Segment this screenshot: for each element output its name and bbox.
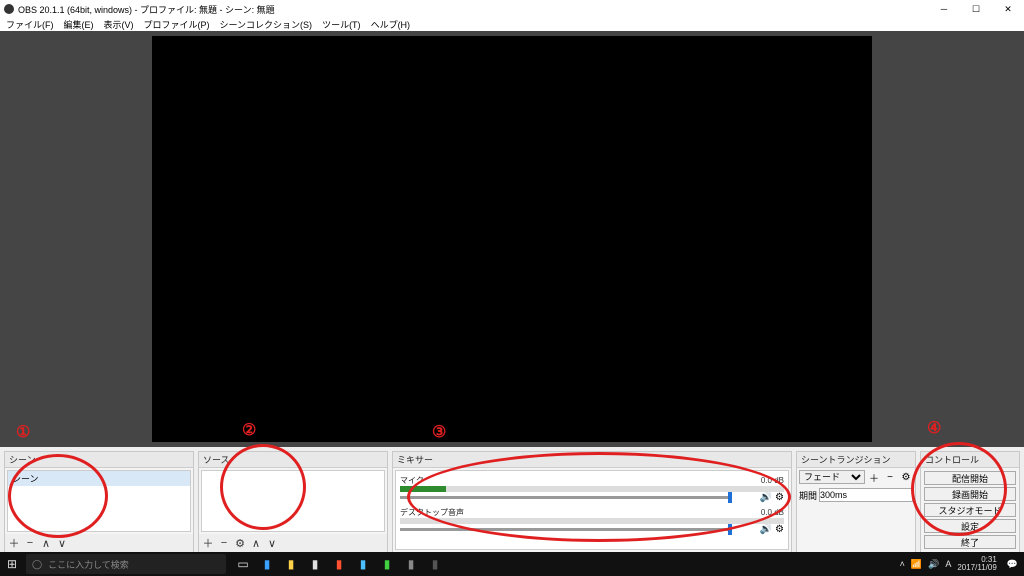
taskbar-app-icon[interactable]: ▮ <box>424 553 446 575</box>
start-streaming-button[interactable]: 配信開始 <box>924 471 1016 485</box>
remove-transition-button[interactable]: − <box>883 470 897 484</box>
taskbar-app-icon[interactable]: ▮ <box>304 553 326 575</box>
tray-ime-icon[interactable]: A <box>945 559 951 569</box>
taskbar-clock[interactable]: 0:31 2017/11/09 <box>957 556 1000 572</box>
scene-up-button[interactable]: ∧ <box>39 536 53 550</box>
start-recording-button[interactable]: 録画開始 <box>924 487 1016 501</box>
clock-date: 2017/11/09 <box>957 564 996 572</box>
menu-view[interactable]: 表示(V) <box>104 18 134 31</box>
source-up-button[interactable]: ∧ <box>249 536 263 550</box>
taskbar-app-icon[interactable]: ▮ <box>256 553 278 575</box>
speaker-icon[interactable]: 🔊 <box>760 524 772 535</box>
minimize-button[interactable]: ─ <box>928 0 960 18</box>
mixer-title: ミキサー <box>393 452 791 468</box>
gear-icon[interactable]: ⚙ <box>775 492 784 503</box>
taskbar-app-icon[interactable]: ▮ <box>328 553 350 575</box>
scenes-dock: シーン シーン ＋ − ∧ ∨ <box>4 451 194 553</box>
search-placeholder: ここに入力して検索 <box>48 558 129 571</box>
task-view-icon[interactable]: ▭ <box>232 553 254 575</box>
menu-scene-collection[interactable]: シーンコレクション(S) <box>220 18 313 31</box>
add-transition-button[interactable]: ＋ <box>867 470 881 484</box>
duration-label: 期間 <box>799 489 817 502</box>
mixer-volume-slider[interactable] <box>400 496 732 499</box>
mixer-channel: デスクトップ音声 0.0 dB 🔊 ⚙ <box>396 505 788 537</box>
taskbar: ⊞ ◯ ここに入力して検索 ▭ ▮ ▮ ▮ ▮ ▮ ▮ ▮ ▮ ˄ 📶 🔊 A … <box>0 552 1024 576</box>
mixer-channel-name: マイク <box>400 475 424 486</box>
mixer-db-label: 0.0 dB <box>761 476 784 485</box>
menu-file[interactable]: ファイル(F) <box>6 18 54 31</box>
source-settings-button[interactable]: ⚙ <box>233 536 247 550</box>
taskbar-app-icon[interactable]: ▮ <box>352 553 374 575</box>
scene-item[interactable]: シーン <box>8 471 190 486</box>
start-button[interactable]: ⊞ <box>0 552 24 576</box>
tray-network-icon[interactable]: 📶 <box>911 559 922 570</box>
scenes-title: シーン <box>5 452 193 468</box>
add-scene-button[interactable]: ＋ <box>7 536 21 550</box>
mixer-dock: ミキサー マイク 0.0 dB <box>392 451 792 553</box>
menu-profile[interactable]: プロファイル(P) <box>144 18 210 31</box>
cortana-icon: ◯ <box>32 559 42 570</box>
remove-scene-button[interactable]: − <box>23 536 37 550</box>
maximize-button[interactable]: ☐ <box>960 0 992 18</box>
scene-down-button[interactable]: ∨ <box>55 536 69 550</box>
annotation-number-4: ④ <box>927 418 941 438</box>
mixer-db-label: 0.0 dB <box>761 508 784 517</box>
preview-area <box>0 31 1024 447</box>
sources-list[interactable] <box>201 470 385 532</box>
menu-help[interactable]: ヘルプ(H) <box>371 18 411 31</box>
transition-select[interactable]: フェード <box>799 470 865 484</box>
menu-edit[interactable]: 編集(E) <box>64 18 94 31</box>
annotation-number-1: ① <box>16 422 30 442</box>
annotation-number-2: ② <box>242 420 256 440</box>
controls-title: コントロール <box>921 452 1019 468</box>
mixer-volume-slider[interactable] <box>400 528 732 531</box>
preview-canvas[interactable] <box>152 36 872 442</box>
taskbar-app-icon[interactable]: ▮ <box>400 553 422 575</box>
duration-input[interactable] <box>819 488 913 502</box>
studio-mode-button[interactable]: スタジオモード <box>924 503 1016 517</box>
app-icon <box>4 4 14 14</box>
menu-bar: ファイル(F) 編集(E) 表示(V) プロファイル(P) シーンコレクション(… <box>0 18 1024 31</box>
remove-source-button[interactable]: − <box>217 536 231 550</box>
taskbar-search[interactable]: ◯ ここに入力して検索 <box>26 554 226 574</box>
window-title: OBS 20.1.1 (64bit, windows) - プロファイル: 無題… <box>18 3 275 16</box>
mixer-meter <box>400 486 784 492</box>
scenes-list[interactable]: シーン <box>7 470 191 532</box>
sources-title: ソース <box>199 452 387 468</box>
mixer-channel: マイク 0.0 dB 🔊 ⚙ <box>396 473 788 505</box>
exit-button[interactable]: 終了 <box>924 535 1016 549</box>
sources-dock: ソース ＋ − ⚙ ∧ ∨ <box>198 451 388 553</box>
settings-button[interactable]: 設定 <box>924 519 1016 533</box>
taskbar-app-icon[interactable]: ▮ <box>280 553 302 575</box>
source-down-button[interactable]: ∨ <box>265 536 279 550</box>
transition-settings-button[interactable]: ⚙ <box>899 470 913 484</box>
gear-icon[interactable]: ⚙ <box>775 524 784 535</box>
tray-chevron-icon[interactable]: ˄ <box>900 559 905 569</box>
mixer-meter <box>400 518 784 524</box>
add-source-button[interactable]: ＋ <box>201 536 215 550</box>
mixer-channel-name: デスクトップ音声 <box>400 507 464 518</box>
annotation-number-3: ③ <box>432 422 446 442</box>
transitions-dock: シーントランジション フェード ＋ − ⚙ 期間 <box>796 451 916 553</box>
menu-tools[interactable]: ツール(T) <box>322 18 361 31</box>
action-center-icon[interactable]: 💬 <box>1007 559 1018 570</box>
titlebar: OBS 20.1.1 (64bit, windows) - プロファイル: 無題… <box>0 0 1024 18</box>
close-button[interactable]: ✕ <box>992 0 1024 18</box>
controls-dock: コントロール 配信開始 録画開始 スタジオモード 設定 終了 <box>920 451 1020 553</box>
tray-volume-icon[interactable]: 🔊 <box>928 559 939 570</box>
transitions-title: シーントランジション <box>797 452 915 468</box>
speaker-icon[interactable]: 🔊 <box>760 492 772 503</box>
taskbar-app-icon[interactable]: ▮ <box>376 553 398 575</box>
